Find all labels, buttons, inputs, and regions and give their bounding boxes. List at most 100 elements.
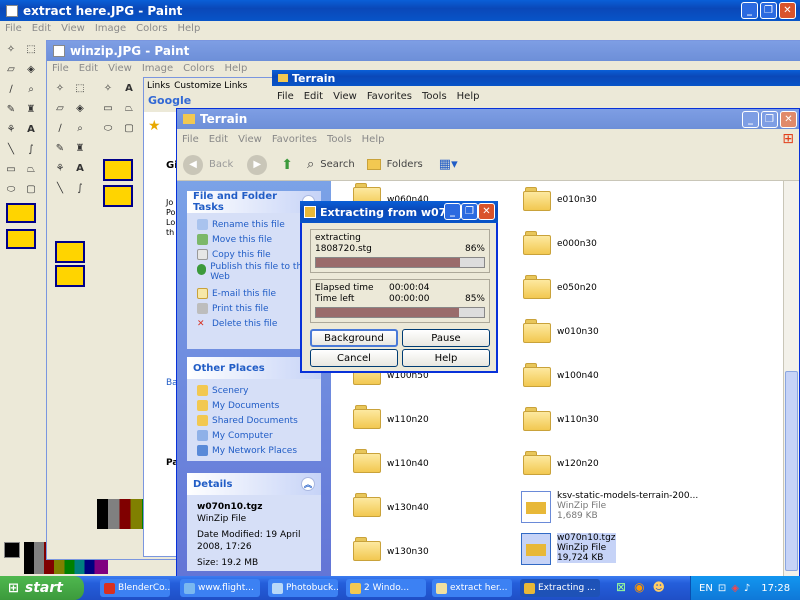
menu-file[interactable]: File [272,91,299,102]
magnifier-icon[interactable]: ⌕ [22,80,40,98]
folder-icon[interactable] [523,319,551,343]
task-extracting[interactable]: Extracting ... [520,579,600,597]
chat-icon[interactable]: ☻ [653,580,666,594]
fill-icon[interactable]: ◈ [22,60,40,78]
language-indicator[interactable]: EN [699,583,713,594]
task-windows[interactable]: 2 Windo... [346,579,426,597]
text-icon[interactable]: A [71,159,89,177]
details-header[interactable]: Details ︽ [187,473,321,495]
start-button[interactable]: ⊞ start [0,576,84,600]
folders-icon[interactable] [366,159,381,170]
menu-file[interactable]: File [47,63,74,74]
menu-file[interactable]: File [177,134,204,145]
forward-arrow-icon[interactable]: ▶ [247,154,268,175]
folder-name[interactable]: e010n30 [557,195,597,205]
menu-image[interactable]: Image [90,23,131,34]
task-print[interactable]: Print this file [197,301,311,316]
zip-file-item[interactable]: ksv-static-models-terrain-200... WinZip … [557,491,698,521]
folder-icon[interactable] [353,449,381,473]
winzip-file-icon[interactable] [521,491,551,523]
task-rename[interactable]: Rename this file [197,217,311,232]
folder-icon[interactable] [523,451,551,475]
rect-select-icon[interactable]: ⬚ [71,79,89,97]
close-icon[interactable]: ✕ [779,2,796,19]
folder-name[interactable]: w130n40 [387,503,429,513]
minimize-icon[interactable]: _ [741,2,758,19]
picker-icon[interactable]: ∕ [2,80,20,98]
pencil-icon[interactable]: ✎ [51,139,69,157]
favorites-star-icon[interactable]: ★ [148,118,161,134]
menu-favorites[interactable]: Favorites [267,134,322,145]
folder-name[interactable]: w130n30 [387,547,429,557]
menu-favorites[interactable]: Favorites [362,91,417,102]
search-button[interactable]: Search [320,159,354,170]
place-shared-documents[interactable]: Shared Documents [197,413,311,428]
menu-help[interactable]: Help [173,23,206,34]
folder-name[interactable]: e050n20 [557,283,597,293]
menu-edit[interactable]: Edit [204,134,233,145]
firefox-icon[interactable]: ◉ [634,580,644,594]
free-select-icon[interactable]: ✧ [2,40,20,58]
menu-view[interactable]: View [56,23,90,34]
menu-edit[interactable]: Edit [299,91,328,102]
folder-name[interactable]: w110n20 [387,415,429,425]
folder-icon[interactable] [523,231,551,255]
cancel-button[interactable]: Cancel [310,349,398,367]
line-icon[interactable]: ╲ [2,140,20,158]
place-my-computer[interactable]: My Computer [197,428,311,443]
search-icon[interactable]: ⌕ [307,157,314,172]
vertical-scrollbar[interactable] [783,181,799,577]
help-button[interactable]: Help [402,349,490,367]
up-folder-icon[interactable]: ⬆ [281,157,293,173]
polygon-icon[interactable]: ⏢ [22,160,40,178]
menu-view[interactable]: View [103,63,137,74]
close-icon[interactable]: ✕ [478,203,495,220]
menu-tools[interactable]: Tools [417,91,452,102]
dialog-titlebar[interactable]: Extracting from w070... _ ❐ ✕ [300,201,498,223]
curve-icon[interactable]: ∫ [71,179,89,197]
paint-front-titlebar[interactable]: winzip.JPG - Paint [47,41,800,61]
zip-file-item-selected[interactable]: w070n10.tgz WinZip File 19,724 KB [557,533,616,563]
picker-icon[interactable]: ∕ [51,119,69,137]
minimize-icon[interactable]: _ [742,111,759,128]
folder-name[interactable]: e000n30 [557,239,597,249]
menu-view[interactable]: View [233,134,267,145]
folder-icon[interactable] [353,537,381,561]
back-arrow-icon[interactable]: ◀ [183,154,203,175]
background-button[interactable]: Background [310,329,398,347]
pause-button[interactable]: Pause [402,329,490,347]
views-icon[interactable]: ▦▾ [439,157,458,172]
folder-icon[interactable] [353,405,381,429]
terrain-back-titlebar[interactable]: Terrain [272,70,800,86]
task-photobucket[interactable]: Photobuck... [268,579,338,597]
task-copy[interactable]: Copy this file [197,247,311,262]
maximize-icon[interactable]: ❐ [461,203,478,220]
folder-icon[interactable] [353,493,381,517]
minimize-icon[interactable]: _ [444,203,461,220]
menu-help[interactable]: Help [220,63,253,74]
brush-icon[interactable]: ♜ [22,100,40,118]
back-button[interactable]: Back [209,159,233,170]
task-delete[interactable]: ✕ Delete this file [197,316,311,331]
volume-icon[interactable]: ♪ [744,583,750,594]
menu-edit[interactable]: Edit [27,23,56,34]
folder-icon[interactable] [523,187,551,211]
brush-icon[interactable]: ♜ [71,139,89,157]
menu-file[interactable]: File [0,23,27,34]
task-publish[interactable]: Publish this file to the Web [197,262,311,286]
place-scenery[interactable]: Scenery [197,383,311,398]
clock[interactable]: 17:28 [761,583,790,594]
rounded-rect-icon[interactable]: ▢ [22,180,40,198]
winzip-file-icon[interactable] [521,533,551,565]
menu-tools[interactable]: Tools [322,134,357,145]
folder-name[interactable]: w110n40 [387,459,429,469]
collapse-chevron-icon[interactable]: ︽ [301,477,315,491]
menu-colors[interactable]: Colors [131,23,172,34]
maximize-icon[interactable]: ❐ [760,2,777,19]
magnifier-icon[interactable]: ⌕ [71,119,89,137]
customize-links[interactable]: Customize Links [174,81,247,91]
network-icon[interactable]: ⊡ [718,583,726,594]
airbrush-icon[interactable]: ⚘ [2,120,20,138]
place-my-documents[interactable]: My Documents [197,398,311,413]
excel-icon[interactable]: ⊠ [616,580,626,594]
